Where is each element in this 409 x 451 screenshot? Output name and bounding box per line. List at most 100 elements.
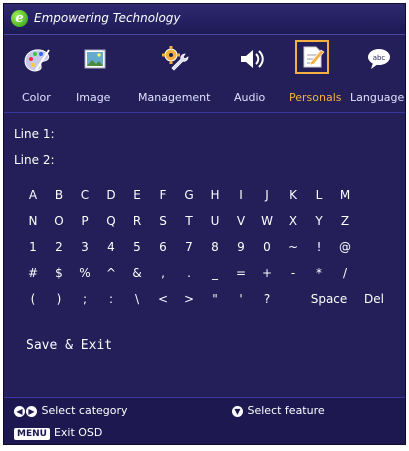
key-char[interactable]: N xyxy=(22,214,44,228)
select-feature-label: Select feature xyxy=(247,404,325,417)
key-char[interactable]: O xyxy=(48,214,70,228)
key-char[interactable]: 8 xyxy=(204,240,226,254)
tab-label: Audio xyxy=(234,91,266,104)
category-hint: ◀ ▶ Select category xyxy=(14,404,128,417)
key-char[interactable]: , xyxy=(152,266,174,280)
key-char[interactable]: Y xyxy=(308,214,330,228)
osd-panel: e Empowering Technology Color Image Mana… xyxy=(3,3,406,445)
select-category-label: Select category xyxy=(41,404,128,417)
key-char[interactable]: L xyxy=(308,188,330,202)
footer-hints: ◀ ▶ Select category ▼ Select feature MENU… xyxy=(4,398,405,444)
logo-icon: e xyxy=(11,10,28,27)
key-char[interactable]: ^ xyxy=(100,266,122,280)
key-char[interactable]: . xyxy=(178,266,200,280)
key-char[interactable]: T xyxy=(178,214,200,228)
key-char[interactable]: & xyxy=(126,266,148,280)
speech-bubble-icon: abc xyxy=(368,49,390,69)
svg-text:abc: abc xyxy=(373,54,386,62)
key-char[interactable]: I xyxy=(230,188,252,202)
key-char[interactable]: " xyxy=(204,292,226,306)
key-char[interactable]: Z xyxy=(334,214,356,228)
tab-label: Image xyxy=(76,91,111,104)
key-char[interactable]: G xyxy=(178,188,200,202)
key-char[interactable]: ) xyxy=(48,292,70,306)
key-char[interactable]: $ xyxy=(48,266,70,280)
key-char[interactable]: D xyxy=(100,188,122,202)
key-char[interactable]: > xyxy=(178,292,200,306)
key-space[interactable]: Space xyxy=(304,292,354,306)
line2-label[interactable]: Line 2: xyxy=(14,153,55,167)
tab-label: Personals xyxy=(289,91,342,104)
key-char[interactable]: - xyxy=(282,266,304,280)
key-char[interactable]: * xyxy=(308,266,330,280)
key-char[interactable]: 7 xyxy=(178,240,200,254)
down-arrow-icon: ▼ xyxy=(232,405,243,417)
key-char[interactable]: H xyxy=(204,188,226,202)
key-char[interactable]: : xyxy=(100,292,122,306)
palette-icon xyxy=(24,49,50,72)
left-arrow-icon: ◀ xyxy=(14,405,25,417)
key-char[interactable]: \ xyxy=(126,292,148,306)
key-delete[interactable]: Del xyxy=(359,292,389,306)
key-char[interactable]: ' xyxy=(230,292,252,306)
key-char[interactable]: _ xyxy=(204,266,226,280)
key-char[interactable]: @ xyxy=(334,240,356,254)
key-char[interactable]: Q xyxy=(100,214,122,228)
key-char[interactable]: 3 xyxy=(74,240,96,254)
key-char[interactable]: A xyxy=(22,188,44,202)
key-char[interactable]: C xyxy=(74,188,96,202)
key-char[interactable]: X xyxy=(282,214,304,228)
right-arrow-icon: ▶ xyxy=(26,405,37,417)
key-char[interactable]: + xyxy=(256,266,278,280)
key-char[interactable]: P xyxy=(74,214,96,228)
key-char[interactable]: 2 xyxy=(48,240,70,254)
tab-label: Management xyxy=(138,91,211,104)
key-char[interactable]: / xyxy=(334,266,356,280)
key-char[interactable]: J xyxy=(256,188,278,202)
key-char[interactable]: W xyxy=(256,214,278,228)
feature-hint: ▼ Select feature xyxy=(232,404,325,417)
key-char[interactable]: < xyxy=(152,292,174,306)
speaker-icon xyxy=(241,50,264,68)
key-char[interactable]: ! xyxy=(308,240,330,254)
key-char[interactable]: ? xyxy=(256,292,278,306)
divider xyxy=(4,112,405,113)
key-char[interactable]: 5 xyxy=(126,240,148,254)
tab-color[interactable]: Color xyxy=(12,38,62,110)
key-char[interactable]: F xyxy=(152,188,174,202)
key-char[interactable]: # xyxy=(22,266,44,280)
key-char[interactable]: U xyxy=(204,214,226,228)
key-char[interactable]: ~ xyxy=(282,240,304,254)
key-char[interactable]: E xyxy=(126,188,148,202)
gear-wrench-icon xyxy=(162,46,189,71)
line1-label[interactable]: Line 1: xyxy=(14,127,55,141)
key-char[interactable]: S xyxy=(152,214,174,228)
document-pen-icon xyxy=(303,46,325,68)
window-title: Empowering Technology xyxy=(34,11,181,25)
key-char[interactable]: = xyxy=(230,266,252,280)
tab-management[interactable]: Management xyxy=(132,38,224,110)
exit-osd-label: Exit OSD xyxy=(53,426,103,439)
tab-label: Language xyxy=(350,91,405,104)
tab-audio[interactable]: Audio xyxy=(228,38,276,110)
key-char[interactable]: % xyxy=(74,266,96,280)
menu-key-icon: MENU xyxy=(14,428,50,440)
tab-language[interactable]: abc Language xyxy=(350,38,409,110)
key-char[interactable]: ( xyxy=(22,292,44,306)
key-char[interactable]: R xyxy=(126,214,148,228)
key-char[interactable]: K xyxy=(282,188,304,202)
key-char[interactable]: 9 xyxy=(230,240,252,254)
key-char[interactable]: V xyxy=(230,214,252,228)
category-tabs: Color Image Management Audio Personals a… xyxy=(4,38,405,110)
key-char[interactable]: M xyxy=(334,188,356,202)
key-char[interactable]: 1 xyxy=(22,240,44,254)
key-char[interactable]: 0 xyxy=(256,240,278,254)
save-exit-button[interactable]: Save & Exit xyxy=(26,338,112,353)
title-bar: e Empowering Technology xyxy=(4,4,405,35)
tab-personals[interactable]: Personals xyxy=(283,38,347,110)
key-char[interactable]: 6 xyxy=(152,240,174,254)
key-char[interactable]: B xyxy=(48,188,70,202)
key-char[interactable]: 4 xyxy=(100,240,122,254)
tab-image[interactable]: Image xyxy=(66,38,124,110)
key-char[interactable]: ; xyxy=(74,292,96,306)
